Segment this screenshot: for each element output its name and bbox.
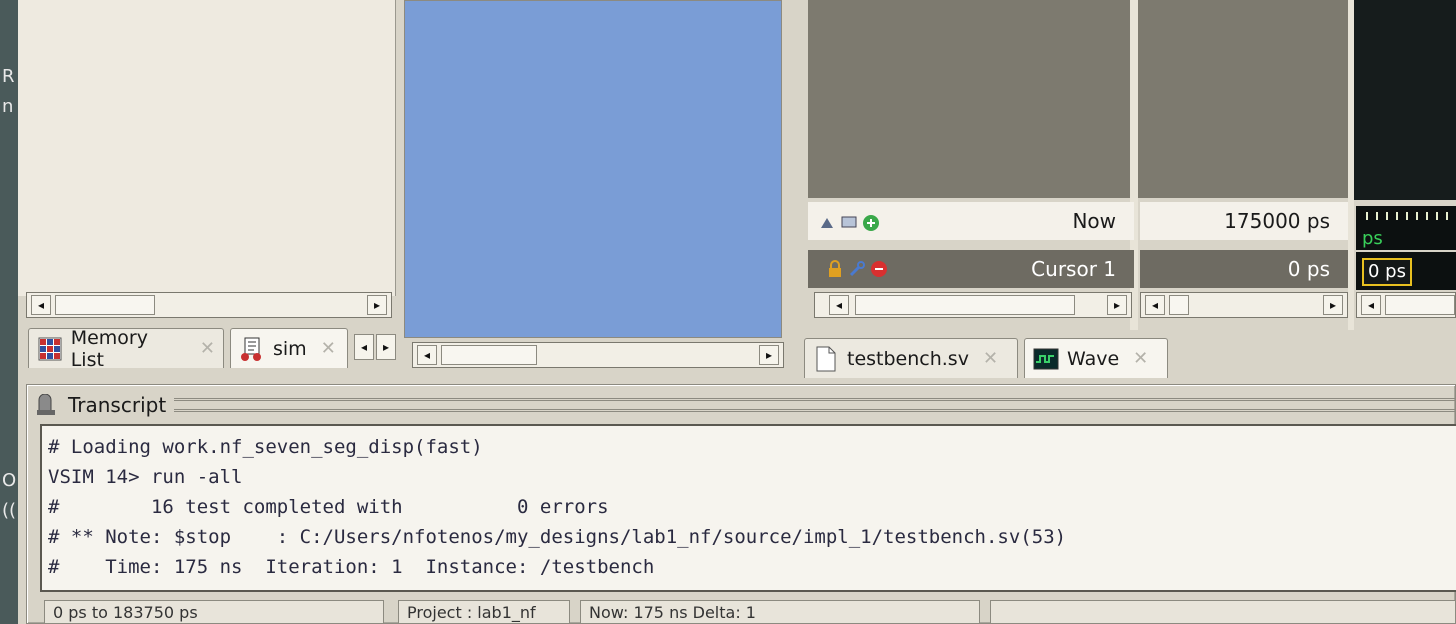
desktop-edge: R n O (( [0, 0, 18, 624]
transcript-line: VSIM 14> run -all [48, 466, 243, 488]
status-bar: 0 ps to 183750 ps Project : lab1_nf Now:… [40, 596, 1456, 624]
tab-scroll-right-icon[interactable]: ▸ [376, 334, 396, 360]
ruler-unit: ps [1362, 228, 1383, 249]
wrench-icon[interactable] [848, 260, 866, 278]
transcript-header[interactable]: Transcript [34, 390, 1456, 420]
memory-hscroll[interactable]: ◂ ▸ [26, 292, 392, 318]
status-extra [990, 600, 1456, 624]
document-icon [813, 346, 839, 372]
now-value-cell: 175000 ps [1140, 202, 1348, 240]
tab-label: Wave [1067, 347, 1120, 370]
cursor-time-box[interactable]: 0 ps [1362, 258, 1412, 286]
transcript-line: # Loading work.nf_seven_seg_disp(fast) [48, 436, 483, 458]
cursor-track[interactable]: 0 ps [1356, 252, 1456, 290]
tab-label: sim [273, 337, 307, 360]
canvas-hscroll[interactable]: ◂ [1356, 292, 1456, 318]
tab-label: testbench.sv [847, 347, 969, 370]
add-cursor-icon[interactable] [862, 214, 880, 232]
scroll-left-icon[interactable]: ◂ [1145, 295, 1165, 315]
scroll-left-icon[interactable]: ◂ [31, 295, 51, 315]
values-hscroll[interactable]: ◂ ▸ [1140, 292, 1348, 318]
memory-grid-icon [37, 336, 63, 362]
now-icons [818, 208, 898, 238]
monitor-icon[interactable] [840, 214, 858, 232]
status-project: Project : lab1_nf [398, 600, 570, 624]
scroll-thumb[interactable] [1169, 295, 1189, 315]
tab-memory-list[interactable]: Memory List ✕ [28, 326, 224, 371]
ruler-ticks [1366, 212, 1456, 220]
tab-scroll-left-icon[interactable]: ◂ [354, 334, 374, 360]
transcript-line: # 16 test completed with 0 errors [48, 496, 609, 518]
status-time-range: 0 ps to 183750 ps [44, 600, 384, 624]
scroll-right-icon[interactable]: ▸ [1323, 295, 1343, 315]
edge-char: (( [2, 500, 17, 521]
scroll-left-icon[interactable]: ◂ [417, 345, 437, 365]
wave-signal-names [808, 0, 1130, 198]
close-icon[interactable]: ✕ [200, 338, 215, 359]
cursor-label: Cursor 1 [1031, 257, 1116, 281]
transcript-console[interactable]: # Loading work.nf_seven_seg_disp(fast) V… [40, 424, 1456, 592]
cursor-icons [826, 254, 906, 284]
delete-cursor-icon[interactable] [870, 260, 888, 278]
names-hscroll[interactable]: ◂ ▸ [814, 292, 1132, 318]
insert-cursor-icon[interactable] [818, 214, 836, 232]
edge-char: n [2, 96, 14, 117]
tab-wave[interactable]: Wave ✕ [1024, 338, 1168, 378]
sim-hierarchy-icon [239, 336, 265, 362]
edge-char: O [2, 470, 17, 491]
scroll-thumb[interactable] [441, 345, 537, 365]
scroll-left-icon[interactable]: ◂ [829, 295, 849, 315]
time-ruler: ps [1356, 206, 1456, 250]
transcript-title: Transcript [68, 393, 167, 417]
scroll-thumb[interactable] [55, 295, 155, 315]
scroll-right-icon[interactable]: ▸ [1107, 295, 1127, 315]
close-icon[interactable]: ✕ [983, 348, 998, 369]
structure-pane [404, 0, 782, 338]
cursor-value-cell[interactable]: 0 ps [1140, 250, 1348, 288]
wave-signal-values [1138, 0, 1348, 198]
scroll-right-icon[interactable]: ▸ [759, 345, 779, 365]
close-icon[interactable]: ✕ [321, 338, 336, 359]
transcript-icon [34, 392, 60, 418]
left-tab-bar: Memory List ✕ sim ✕ ◂ ▸ [26, 322, 404, 371]
edge-char: R [2, 66, 15, 87]
structure-hscroll[interactable]: ◂ ▸ [412, 342, 784, 368]
memory-list-pane [18, 0, 396, 296]
scroll-right-icon[interactable]: ▸ [367, 295, 387, 315]
transcript-line: # Time: 175 ns Iteration: 1 Instance: /t… [48, 556, 655, 578]
wave-window-icon [1033, 346, 1059, 372]
wave-canvas[interactable] [1354, 0, 1456, 200]
scroll-thumb[interactable] [855, 295, 1075, 315]
tab-label: Memory List [70, 326, 148, 371]
status-now: Now: 175 ns Delta: 1 [580, 600, 980, 624]
lock-icon[interactable] [826, 260, 844, 278]
now-label: Now [1072, 209, 1116, 233]
close-icon[interactable]: ✕ [1133, 348, 1148, 369]
cursor-value: 0 ps [1287, 257, 1330, 281]
tab-testbench[interactable]: testbench.sv ✕ [804, 338, 1018, 378]
right-tab-bar: testbench.sv ✕ Wave ✕ [800, 334, 1456, 380]
now-value: 175000 ps [1224, 209, 1330, 233]
panel-grip[interactable] [174, 398, 1456, 412]
tab-sim[interactable]: sim ✕ [230, 328, 348, 368]
transcript-line: # ** Note: $stop : C:/Users/nfotenos/my_… [48, 526, 1067, 548]
scroll-left-icon[interactable]: ◂ [1361, 295, 1381, 315]
scroll-thumb[interactable] [1385, 295, 1455, 315]
